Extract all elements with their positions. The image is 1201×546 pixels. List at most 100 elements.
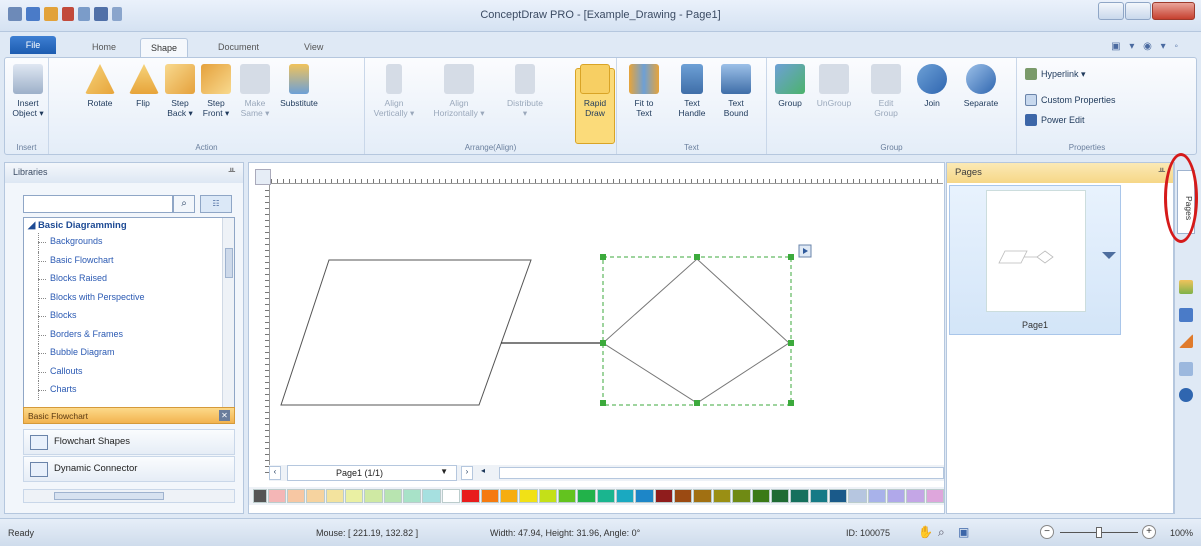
- color-swatch[interactable]: [790, 489, 809, 503]
- tree-item[interactable]: Backgrounds: [24, 233, 234, 252]
- scroll-left-button[interactable]: ◂: [477, 466, 489, 480]
- color-swatch[interactable]: [306, 489, 325, 503]
- scrollbar-thumb[interactable]: [54, 492, 164, 500]
- tree-item[interactable]: Bubble Diagram: [24, 344, 234, 363]
- next-page-button[interactable]: ›: [461, 466, 473, 480]
- color-swatch[interactable]: [732, 489, 751, 503]
- canvas-hscrollbar[interactable]: [499, 467, 944, 479]
- color-swatch[interactable]: [480, 489, 499, 503]
- insert-object-button[interactable]: Insert Object ▾: [11, 64, 45, 118]
- ungroup-button[interactable]: UnGroup: [813, 64, 855, 108]
- color-swatch[interactable]: [887, 489, 906, 503]
- search-icon[interactable]: ⌕: [173, 195, 195, 213]
- separate-button[interactable]: Separate: [957, 64, 1005, 108]
- color-swatch[interactable]: [925, 489, 945, 503]
- color-swatch[interactable]: [828, 489, 848, 503]
- drawing-canvas[interactable]: [271, 185, 943, 465]
- tree-item[interactable]: Blocks Raised: [24, 270, 234, 289]
- color-swatch[interactable]: [616, 489, 635, 503]
- parallelogram-shape[interactable]: [280, 259, 532, 406]
- color-swatch[interactable]: [519, 489, 538, 503]
- minimize-button[interactable]: [1098, 2, 1124, 20]
- zoom-area-icon[interactable]: ⌕: [938, 525, 945, 540]
- tab-view[interactable]: View: [294, 38, 333, 57]
- library-item-dynamic-connector[interactable]: Dynamic Connector: [23, 456, 235, 482]
- color-swatch[interactable]: [441, 489, 461, 503]
- color-swatch[interactable]: [751, 489, 770, 503]
- color-swatch[interactable]: [654, 489, 674, 503]
- maximize-button[interactable]: [1125, 2, 1151, 20]
- color-swatch[interactable]: [557, 489, 577, 503]
- zoom-in-button[interactable]: +: [1142, 525, 1156, 539]
- tree-item[interactable]: Borders & Frames: [24, 325, 234, 345]
- color-swatch[interactable]: [364, 489, 383, 503]
- tree-item[interactable]: Blocks with Perspective: [24, 288, 234, 308]
- color-swatch[interactable]: [770, 489, 790, 503]
- tree-scrollbar[interactable]: [222, 218, 234, 416]
- behavior-icon[interactable]: [1179, 308, 1193, 322]
- properties-icon[interactable]: [1179, 362, 1193, 376]
- diamond-shape[interactable]: [602, 258, 790, 404]
- color-swatch[interactable]: [674, 489, 693, 503]
- library-item-flowchart-shapes[interactable]: Flowchart Shapes: [23, 429, 235, 455]
- view-mode-button[interactable]: ☷: [200, 195, 232, 213]
- page-thumbnail[interactable]: [986, 190, 1086, 312]
- fit-page-icon[interactable]: ▣: [958, 525, 969, 539]
- text-handle-button[interactable]: Text Handle: [673, 64, 711, 118]
- zoom-slider-thumb[interactable]: [1096, 527, 1102, 538]
- color-swatch[interactable]: [538, 489, 557, 503]
- color-swatch[interactable]: [906, 489, 925, 503]
- color-swatch[interactable]: [403, 489, 422, 503]
- color-swatch[interactable]: [596, 489, 616, 503]
- library-hscrollbar[interactable]: [23, 489, 235, 503]
- tree-item[interactable]: Blocks: [24, 307, 234, 326]
- tree-item[interactable]: Callouts: [24, 362, 234, 382]
- custom-properties-button[interactable]: Custom Properties: [1025, 94, 1116, 106]
- power-edit-button[interactable]: Power Edit: [1025, 114, 1085, 126]
- color-swatch[interactable]: [809, 489, 828, 503]
- color-swatch[interactable]: [344, 489, 364, 503]
- color-swatch[interactable]: [383, 489, 403, 503]
- color-swatch[interactable]: [461, 489, 480, 503]
- tree-item[interactable]: Basic Flowchart: [24, 251, 234, 271]
- text-bound-button[interactable]: Text Bound: [717, 64, 755, 118]
- page-thumbnail-item[interactable]: Page1: [949, 185, 1121, 335]
- color-swatch[interactable]: [325, 489, 344, 503]
- color-swatch[interactable]: [867, 489, 887, 503]
- help-icon[interactable]: [1179, 388, 1193, 402]
- group-button[interactable]: Group: [773, 64, 807, 108]
- tab-shape[interactable]: Shape: [140, 38, 189, 57]
- tree-root-basic-diagramming[interactable]: ◢ Basic Diagramming: [24, 218, 234, 233]
- color-swatch[interactable]: [499, 489, 519, 503]
- color-swatch[interactable]: [267, 489, 286, 503]
- page-selector[interactable]: Page1 (1/1) ▼: [287, 465, 457, 481]
- format-icon[interactable]: [1179, 334, 1193, 348]
- palette-menu-icon[interactable]: [253, 489, 267, 503]
- distribute-button[interactable]: Distribute ▾: [503, 64, 547, 118]
- close-button[interactable]: [1152, 2, 1195, 20]
- layers-icon[interactable]: [1179, 280, 1193, 294]
- rapid-draw-button[interactable]: Rapid Draw: [577, 64, 613, 118]
- substitute-button[interactable]: Substitute: [277, 64, 321, 108]
- color-swatch[interactable]: [422, 489, 441, 503]
- color-swatch[interactable]: [286, 489, 306, 503]
- prev-page-button[interactable]: ‹: [269, 466, 281, 480]
- edit-group-button[interactable]: Edit Group: [871, 64, 901, 118]
- color-swatch[interactable]: [577, 489, 596, 503]
- hand-tool-icon[interactable]: ✋: [918, 525, 933, 539]
- ribbon-options-icons[interactable]: ▣ ▾ ◉ ▾ ◦: [1111, 41, 1181, 52]
- open-library-header[interactable]: Basic Flowchart ✕: [23, 407, 235, 424]
- tab-document[interactable]: Document: [208, 38, 269, 57]
- tree-item[interactable]: Charts: [24, 381, 234, 400]
- scrollbar-thumb[interactable]: [225, 248, 233, 278]
- color-swatch[interactable]: [712, 489, 732, 503]
- close-library-icon[interactable]: ✕: [219, 410, 230, 421]
- align-horizontally-button[interactable]: Align Horizontally ▾: [429, 64, 489, 118]
- zoom-out-button[interactable]: −: [1040, 525, 1054, 539]
- fit-to-text-button[interactable]: Fit to Text: [627, 64, 661, 118]
- step-back-button[interactable]: Step Back ▾: [165, 64, 195, 118]
- tab-home[interactable]: Home: [82, 38, 126, 57]
- align-vertically-button[interactable]: Align Vertically ▾: [369, 64, 419, 118]
- color-swatch[interactable]: [848, 489, 867, 503]
- make-same-button[interactable]: Make Same ▾: [239, 64, 271, 118]
